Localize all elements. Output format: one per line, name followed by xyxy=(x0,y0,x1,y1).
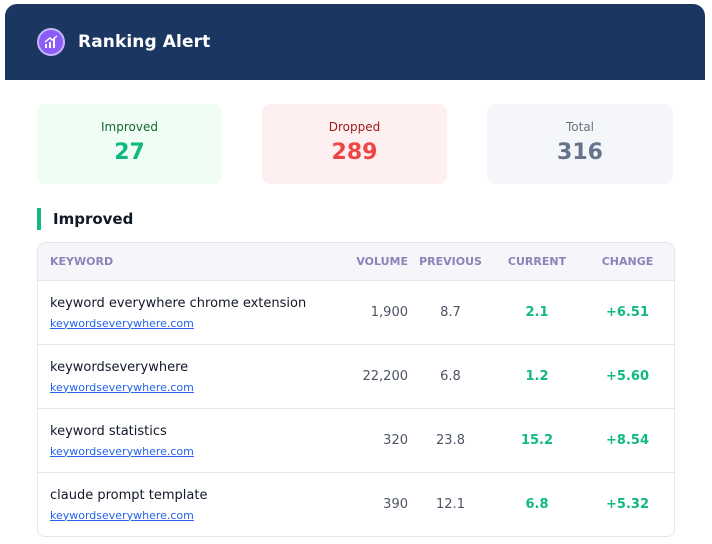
column-header-current: CURRENT xyxy=(507,255,567,268)
column-header-previous: PREVIOUS xyxy=(419,255,482,268)
keyword-cell: claude prompt template keywordseverywher… xyxy=(38,488,338,522)
keyword-text: keyword statistics xyxy=(50,423,167,439)
improved-card: Improved 27 xyxy=(37,104,222,184)
volume-cell: 1,900 xyxy=(370,305,408,320)
total-count: 316 xyxy=(557,140,603,165)
improved-label: Improved xyxy=(101,120,158,134)
current-cell: 1.2 xyxy=(525,369,549,384)
section-title-improved: Improved xyxy=(37,208,133,230)
table-row: keyword statistics keywordseverywhere.co… xyxy=(38,408,674,472)
volume-cell: 22,200 xyxy=(362,369,409,384)
change-cell: +5.32 xyxy=(606,497,649,512)
dropped-label: Dropped xyxy=(328,120,381,134)
total-card: Total 316 xyxy=(487,104,673,184)
total-label: Total xyxy=(565,120,595,134)
domain-link[interactable]: keywordseverywhere.com xyxy=(50,509,338,522)
column-header-keyword: KEYWORD xyxy=(50,255,114,268)
change-cell: +5.60 xyxy=(606,369,649,384)
volume-cell: 320 xyxy=(383,433,408,448)
dropped-card: Dropped 289 xyxy=(262,104,447,184)
table-row: keywordseverywhere keywordseverywhere.co… xyxy=(38,344,674,408)
previous-cell: 6.8 xyxy=(440,369,461,384)
email-frame: Ranking Alert Improved 27 Dropped 289 To… xyxy=(5,4,705,544)
improved-keywords-table: KEYWORD VOLUME PREVIOUS CURRENT CHANGE k… xyxy=(37,242,675,537)
improved-count: 27 xyxy=(114,140,145,165)
column-header-volume: VOLUME xyxy=(356,255,408,268)
previous-cell: 23.8 xyxy=(436,433,465,448)
domain-link[interactable]: keywordseverywhere.com xyxy=(50,381,338,394)
column-header-change: CHANGE xyxy=(601,255,654,268)
domain-link[interactable]: keywordseverywhere.com xyxy=(50,445,338,458)
keyword-cell: keyword everywhere chrome extension keyw… xyxy=(38,296,338,330)
previous-cell: 12.1 xyxy=(436,497,465,512)
keyword-text: keyword everywhere chrome extension xyxy=(50,295,307,311)
keyword-cell: keywordseverywhere keywordseverywhere.co… xyxy=(38,360,338,394)
current-cell: 15.2 xyxy=(520,433,554,448)
table-row: keyword everywhere chrome extension keyw… xyxy=(38,280,674,344)
dropped-count: 289 xyxy=(331,140,378,165)
table-row: claude prompt template keywordseverywher… xyxy=(38,472,674,536)
keyword-cell: keyword statistics keywordseverywhere.co… xyxy=(38,424,338,458)
domain-link[interactable]: keywordseverywhere.com xyxy=(50,317,338,330)
volume-cell: 390 xyxy=(383,497,408,512)
keyword-text: keywordseverywhere xyxy=(50,359,189,375)
change-cell: +8.54 xyxy=(606,433,649,448)
header-bar: Ranking Alert xyxy=(5,4,705,80)
change-cell: +6.51 xyxy=(606,305,649,320)
previous-cell: 8.7 xyxy=(440,305,461,320)
chart-logo-icon xyxy=(37,28,65,56)
current-cell: 6.8 xyxy=(525,497,549,512)
current-cell: 2.1 xyxy=(525,305,549,320)
keyword-text: claude prompt template xyxy=(50,487,208,503)
summary-cards: Improved 27 Dropped 289 Total 316 xyxy=(37,104,673,184)
table-header: KEYWORD VOLUME PREVIOUS CURRENT CHANGE xyxy=(38,243,674,280)
page-title: Ranking Alert xyxy=(78,32,211,52)
